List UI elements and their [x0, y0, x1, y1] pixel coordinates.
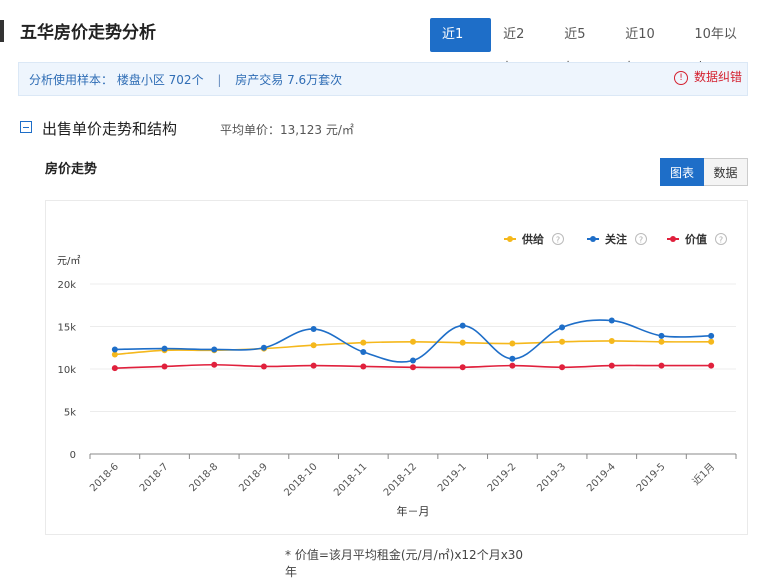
y-tick-label: 15k	[57, 323, 76, 334]
section-title: 出售单价走势和结构	[42, 120, 178, 138]
x-tick-label: 2019-3	[535, 461, 568, 494]
data-point	[708, 338, 715, 345]
tab-1-year[interactable]: 近1 年	[430, 18, 492, 76]
sample-text: 分析使用样本： 楼盘小区 702个 | 房产交易 7.6万套次	[29, 71, 342, 88]
data-point	[459, 322, 466, 329]
data-point	[360, 349, 367, 355]
legend-label: 关注	[605, 232, 627, 246]
data-point	[410, 357, 416, 364]
x-tick-label: 2019-2	[486, 461, 519, 494]
collapse-toggle-icon[interactable]	[20, 121, 32, 133]
view-toggle: 图表 数据	[660, 158, 748, 186]
data-point	[360, 363, 367, 370]
data-point	[559, 338, 566, 345]
x-tick-label: 2019-4	[585, 461, 618, 494]
page-title: 五华房价走势分析	[20, 23, 156, 43]
data-point	[310, 326, 317, 333]
data-point	[410, 338, 416, 345]
y-tick-label: 10k	[57, 365, 76, 376]
tab-10-plus-years[interactable]: 10年以上	[682, 18, 760, 76]
legend-dot-swatch	[590, 236, 596, 242]
x-tick-label: 近1月	[689, 460, 717, 488]
data-point	[310, 362, 317, 369]
view-data-button[interactable]: 数据	[704, 158, 748, 186]
x-axis-label: 年－月	[397, 504, 430, 518]
y-tick-label: 5k	[64, 408, 76, 419]
title-accent-bar	[0, 20, 4, 42]
help-icon-glyph: ?	[556, 236, 560, 245]
price-trend-chart: 元/㎡ 0 5k 10k 15k 20k 2018-6 2018-7 2018-8 2018-9 2…	[57, 232, 737, 518]
data-point	[310, 342, 317, 349]
view-chart-button[interactable]: 图表	[660, 158, 704, 186]
tab-2-years[interactable]: 近2 年	[491, 18, 552, 76]
x-tick-label: 2018-9	[237, 461, 270, 494]
data-point	[260, 344, 267, 351]
x-tick-label: 2018-8	[188, 461, 221, 494]
data-point	[658, 338, 665, 345]
y-tick-label: 20k	[57, 280, 76, 291]
data-point	[111, 365, 118, 372]
data-point	[459, 364, 466, 371]
x-tick-label: 2018-10	[282, 461, 319, 498]
data-point	[608, 362, 615, 369]
data-point	[509, 355, 516, 362]
data-point	[509, 362, 516, 369]
help-icon-glyph: ?	[639, 236, 643, 245]
info-circle-icon: !	[674, 71, 688, 85]
data-point	[559, 324, 566, 331]
sample-label: 分析使用样本：	[29, 73, 114, 87]
chart-title: 房价走势	[45, 162, 98, 177]
sample-transaction-count: 房产交易 7.6万套次	[235, 73, 343, 87]
sample-community-count: 楼盘小区 702个	[116, 73, 204, 87]
y-tick-label: 0	[70, 450, 76, 461]
data-point	[509, 340, 516, 347]
x-tick-label: 2019-1	[436, 461, 469, 494]
data-point	[658, 362, 665, 369]
data-point	[658, 332, 665, 339]
data-point	[360, 339, 367, 346]
sample-info-bar: 分析使用样本： 楼盘小区 702个 | 房产交易 7.6万套次 ! 数据纠错	[18, 62, 748, 96]
data-point	[111, 346, 118, 353]
data-point	[161, 363, 168, 370]
data-point	[608, 337, 615, 344]
x-tick-label: 2018-11	[332, 461, 369, 498]
data-point	[211, 361, 218, 368]
x-tick-label: 2018-6	[88, 461, 121, 494]
tab-10-years[interactable]: 近10 年	[613, 18, 682, 76]
data-point	[708, 362, 715, 369]
y-axis-label: 元/㎡	[57, 255, 80, 267]
data-point	[410, 364, 416, 371]
average-price-label: 平均单价：	[220, 123, 281, 137]
data-point	[608, 317, 615, 324]
data-point	[161, 345, 168, 352]
legend-dot-swatch	[507, 236, 513, 242]
average-price: 平均单价：13,123 元/㎡	[220, 121, 354, 138]
average-price-value: 13,123 元/㎡	[280, 123, 354, 137]
x-tick-label: 2018-12	[382, 461, 419, 498]
chart-container: 元/㎡ 0 5k 10k 15k 20k 2018-6 2018-7 2018-8 2018-9 2…	[45, 200, 748, 535]
data-point	[708, 332, 715, 339]
value-footnote: * 价值=该月平均租金(元/月/㎡)x12个月x30年	[285, 548, 524, 579]
report-error-link[interactable]: ! 数据纠错	[674, 69, 744, 85]
data-point	[559, 364, 566, 371]
help-icon-glyph: ?	[719, 236, 723, 245]
data-point	[459, 339, 466, 346]
legend-label: 价值	[685, 232, 707, 246]
data-point	[260, 363, 267, 370]
tab-5-years[interactable]: 近5 年	[552, 18, 613, 76]
period-tabs: 近1 年 近2 年 近5 年 近10 年 10年以上	[430, 18, 760, 76]
x-tick-label: 2019-5	[635, 461, 668, 494]
legend-label: 供给	[521, 232, 544, 246]
sample-separator: |	[217, 73, 222, 87]
x-tick-label: 2018-7	[138, 461, 171, 494]
report-error-label: 数据纠错	[694, 70, 743, 84]
data-point	[211, 346, 218, 353]
legend-dot-swatch	[670, 236, 676, 242]
